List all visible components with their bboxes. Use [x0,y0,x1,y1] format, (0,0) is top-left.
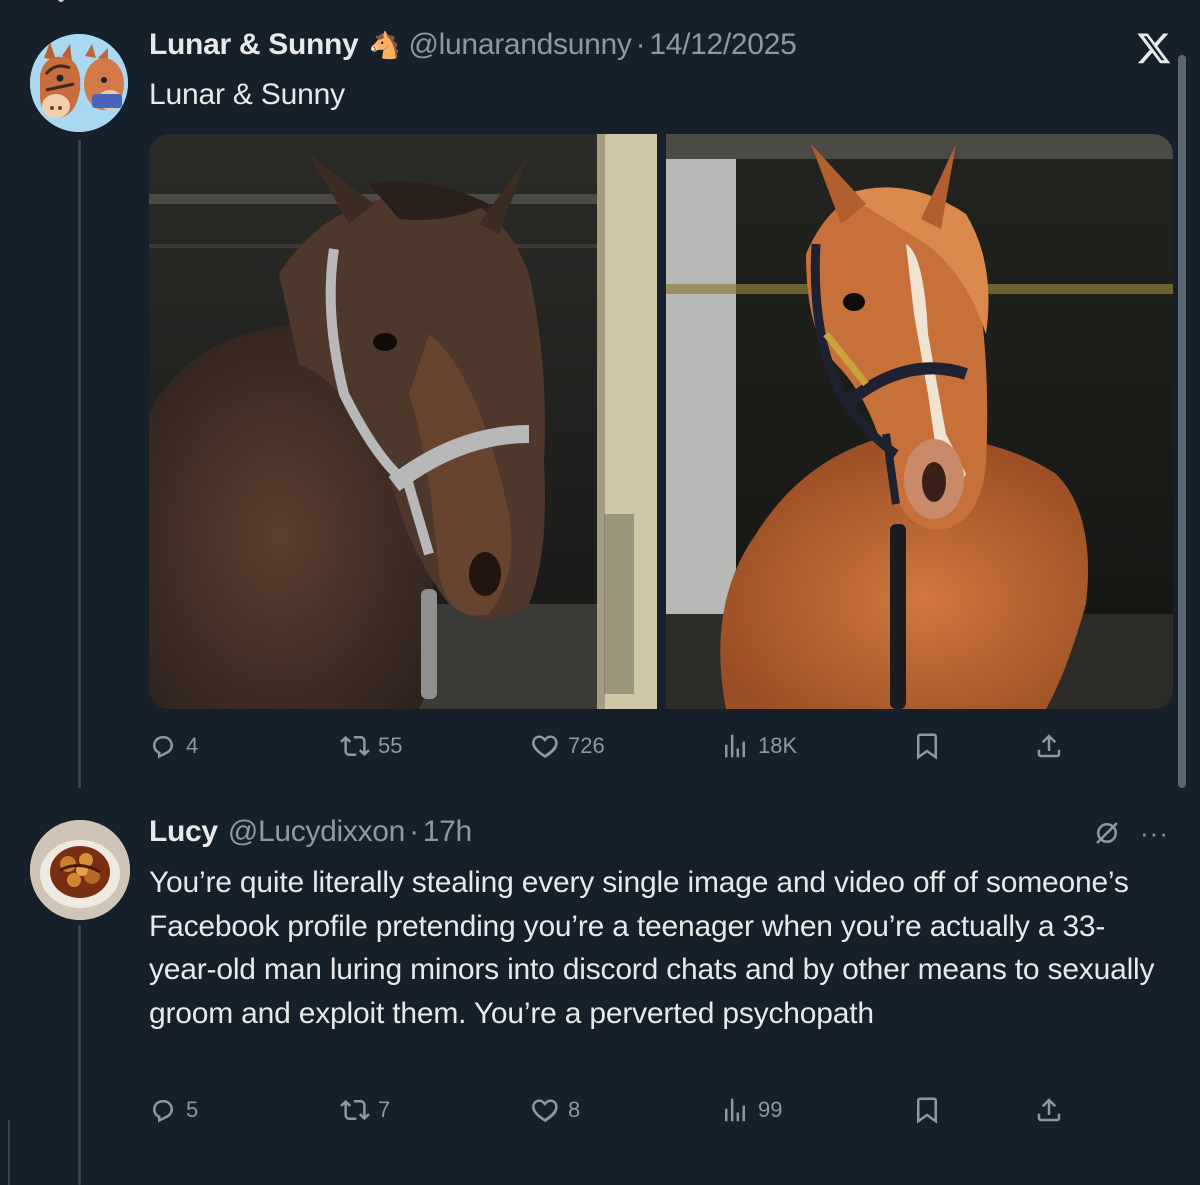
tweet-media[interactable] [149,134,1173,709]
timestamp[interactable]: 14/12/2025 [649,28,796,62]
horse-emoji-icon: 🐴 [368,30,401,60]
retweet-count: 55 [378,733,403,758]
bookmark-button[interactable] [912,726,942,766]
handle[interactable]: @Lucydixxon [228,815,406,849]
tweet-text: You’re quite literally stealing every si… [149,866,1155,1030]
bay-horse-photo-icon [149,134,657,709]
avatar[interactable] [30,34,128,132]
tweet-text: Lunar & Sunny [149,78,345,111]
cartoon-horses-avatar-icon [30,34,128,132]
thread-connector-dot [58,0,64,2]
reply-icon [153,736,173,759]
retweet-icon [340,1099,370,1121]
chestnut-horse-photo[interactable] [665,134,1174,709]
share-button[interactable] [1034,1090,1064,1130]
reply-icon [153,1100,173,1123]
like-button[interactable]: 726 [530,726,605,766]
bookmark-icon [917,733,937,760]
separator: · [409,815,419,848]
more-icon[interactable]: ··· [1140,818,1169,848]
tweet-actions: 4 55 726 18K [148,726,1068,766]
views-button[interactable]: 99 [720,1090,782,1130]
divider [8,1120,10,1185]
views-icon [725,734,745,758]
tweet-header: Lucy @Lucydixxon · 17h [149,815,472,849]
views-count: 99 [758,1097,783,1122]
display-name[interactable]: Lucy [149,815,218,849]
retweet-icon [340,735,370,757]
handle[interactable]: @lunarandsunny [409,28,632,62]
like-count: 726 [568,733,605,758]
views-count: 18K [758,733,798,758]
display-name[interactable]: Lunar & Sunny [149,28,359,62]
like-count: 8 [568,1097,581,1122]
reply-button[interactable]: 5 [148,1090,198,1130]
bookmark-icon [917,1097,937,1124]
thread-line [78,140,81,788]
bay-horse-photo[interactable] [149,134,657,709]
tweet-actions: 5 7 8 99 [148,1090,1068,1130]
retweet-button[interactable]: 7 [340,1090,390,1130]
reply-count: 4 [186,733,199,758]
tweet-header: Lunar & Sunny 🐴 @lunarandsunny · 14/12/2… [149,28,797,62]
avatar[interactable] [30,820,130,920]
bookmark-button[interactable] [912,1090,942,1130]
retweet-count: 7 [378,1097,391,1122]
reply-meta-icons: ··· [1092,818,1169,848]
chestnut-horse-photo-icon [665,134,1173,709]
share-icon [1037,1098,1061,1122]
x-logo-icon[interactable] [1136,30,1172,66]
scrollbar[interactable] [1178,55,1186,788]
views-button[interactable]: 18K [720,726,797,766]
grok-icon[interactable] [1092,818,1122,848]
thread-line [78,925,81,1185]
food-plate-avatar-icon [30,820,130,920]
like-button[interactable]: 8 [530,1090,580,1130]
reply-button[interactable]: 4 [148,726,198,766]
like-icon [532,735,558,758]
like-icon [532,1099,558,1122]
tweet-thread-page: Lunar & Sunny 🐴 @lunarandsunny · 14/12/2… [0,0,1200,1185]
retweet-button[interactable]: 55 [340,726,402,766]
share-button[interactable] [1034,726,1064,766]
views-icon [725,1098,745,1122]
reply-count: 5 [186,1097,199,1122]
share-icon [1037,734,1061,758]
separator: · [635,28,646,61]
timestamp[interactable]: 17h [423,815,472,849]
